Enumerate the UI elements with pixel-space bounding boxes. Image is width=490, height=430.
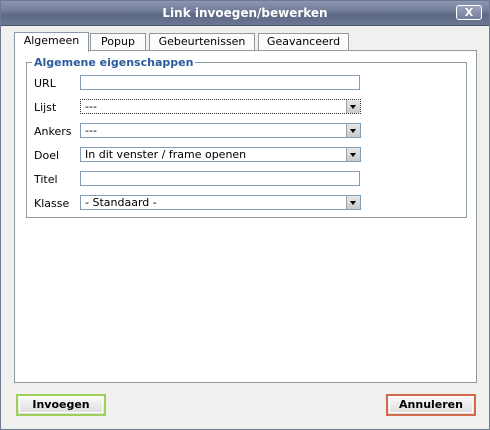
url-label: URL xyxy=(34,77,56,90)
close-button[interactable]: X xyxy=(456,5,482,20)
tab-popup[interactable]: Popup xyxy=(90,33,146,50)
dropdown-arrow-icon[interactable] xyxy=(346,148,360,161)
group-legend: Algemene eigenschappen xyxy=(32,56,196,69)
ankers-select[interactable]: --- xyxy=(80,123,361,138)
ankers-label: Ankers xyxy=(34,125,72,138)
tab-algemeen[interactable]: Algemeen xyxy=(14,32,89,52)
insert-button[interactable]: Invoegen xyxy=(16,394,106,416)
titel-input[interactable] xyxy=(80,171,360,186)
title-bar[interactable]: Link invoegen/bewerken X xyxy=(1,1,489,26)
dropdown-arrow-icon[interactable] xyxy=(346,196,360,209)
klasse-label: Klasse xyxy=(34,197,70,210)
titel-label: Titel xyxy=(34,173,58,186)
cancel-button[interactable]: Annuleren xyxy=(386,394,476,416)
close-icon: X xyxy=(464,6,474,19)
dialog-title: Link invoegen/bewerken xyxy=(162,6,328,20)
klasse-select[interactable]: - Standaard - xyxy=(80,195,361,210)
lijst-label: Lijst xyxy=(34,101,57,114)
dropdown-arrow-icon[interactable] xyxy=(346,124,360,137)
lijst-select[interactable]: --- xyxy=(80,99,361,114)
dropdown-arrow-icon[interactable] xyxy=(346,100,360,113)
doel-select[interactable]: In dit venster / frame openen xyxy=(80,147,361,162)
url-input[interactable] xyxy=(80,75,360,90)
doel-label: Doel xyxy=(34,149,60,162)
tab-panel-algemeen: Algemene eigenschappen URL Lijst --- Ank… xyxy=(14,50,477,383)
tab-geavanceerd[interactable]: Geavanceerd xyxy=(258,33,349,50)
dialog-window: Link invoegen/bewerken X Algemeen Popup … xyxy=(0,0,490,430)
general-properties-group: Algemene eigenschappen URL Lijst --- Ank… xyxy=(26,56,467,218)
tab-gebeurtenissen[interactable]: Gebeurtenissen xyxy=(149,33,255,50)
